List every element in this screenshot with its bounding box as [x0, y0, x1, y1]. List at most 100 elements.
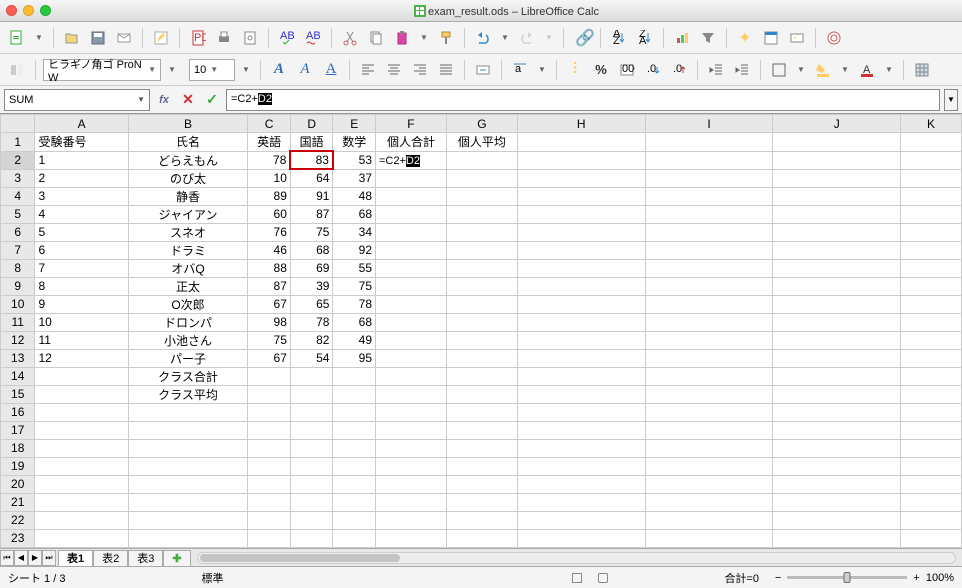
zoom-window-button[interactable]: [40, 5, 51, 16]
table-row[interactable]: 32のび太106437: [1, 169, 962, 187]
email-icon[interactable]: [113, 27, 135, 49]
table-row[interactable]: 76ドラミ466892: [1, 241, 962, 259]
table-row[interactable]: 21どらえもん788353=C2+D2: [1, 151, 962, 169]
align-center-icon[interactable]: [383, 59, 405, 81]
accept-icon[interactable]: ✓: [202, 90, 222, 110]
italic-icon[interactable]: A: [294, 59, 316, 81]
gallery-icon[interactable]: [786, 27, 808, 49]
fx-icon[interactable]: fx: [154, 90, 174, 110]
table-row[interactable]: 15クラス平均: [1, 385, 962, 403]
paste-icon[interactable]: [391, 27, 413, 49]
underline-icon[interactable]: A: [320, 59, 342, 81]
dropdown-icon[interactable]: ▼: [498, 33, 512, 42]
sheet-tab-3[interactable]: 表3: [128, 550, 163, 566]
sort-asc-icon[interactable]: AZ: [608, 27, 630, 49]
table-row[interactable]: 87オバQ886955: [1, 259, 962, 277]
borders-icon[interactable]: [768, 59, 790, 81]
table-row[interactable]: 1211小池さん758249: [1, 331, 962, 349]
dropdown-icon[interactable]: ▼: [882, 65, 896, 74]
insert-mode-icon[interactable]: [572, 573, 582, 583]
help-icon[interactable]: [823, 27, 845, 49]
print-icon[interactable]: [213, 27, 235, 49]
align-left-icon[interactable]: [357, 59, 379, 81]
table-row[interactable]: 16: [1, 403, 962, 421]
dropdown-icon[interactable]: ▼: [838, 65, 852, 74]
spreadsheet-grid[interactable]: ABCDEFGHIJK 1受験番号氏名英語国語数学個人合計個人平均 21どらえも…: [0, 114, 962, 548]
table-row[interactable]: 14クラス合計: [1, 367, 962, 385]
preview-icon[interactable]: [239, 27, 261, 49]
bg-color-icon[interactable]: [812, 59, 834, 81]
undo-icon[interactable]: [472, 27, 494, 49]
valign-top-icon[interactable]: a: [509, 59, 531, 81]
table-row[interactable]: 65スネオ767534: [1, 223, 962, 241]
tab-next-icon[interactable]: ▶: [28, 550, 42, 566]
col-header-row[interactable]: ABCDEFGHIJK: [1, 115, 962, 133]
autospell-icon[interactable]: ABC: [302, 27, 324, 49]
save-icon[interactable]: [87, 27, 109, 49]
align-justify-icon[interactable]: [435, 59, 457, 81]
dropdown-icon[interactable]: ▼: [794, 65, 808, 74]
dropdown-icon[interactable]: ▼: [417, 33, 431, 42]
font-name-combo[interactable]: ヒラギノ角ゴ ProN W▼: [43, 59, 161, 81]
formula-input[interactable]: =C2+D2: [226, 89, 940, 111]
dropdown-icon[interactable]: ▼: [32, 33, 46, 42]
dropdown-icon[interactable]: ▼: [165, 65, 179, 74]
formula-expand-icon[interactable]: ▼: [944, 89, 958, 111]
table-row[interactable]: 1受験番号氏名英語国語数学個人合計個人平均: [1, 133, 962, 152]
table-row[interactable]: 19: [1, 457, 962, 475]
selection-mode-icon[interactable]: [598, 573, 608, 583]
add-decimal-icon[interactable]: .0: [642, 59, 664, 81]
grid-icon[interactable]: [911, 59, 933, 81]
currency-icon[interactable]: ⫶: [564, 59, 586, 81]
star-icon[interactable]: ✦: [734, 27, 756, 49]
cut-icon[interactable]: [339, 27, 361, 49]
table-row[interactable]: 109O次郎676578: [1, 295, 962, 313]
dropdown-icon[interactable]: ▼: [239, 65, 253, 74]
cancel-icon[interactable]: ✕: [178, 90, 198, 110]
percent-icon[interactable]: %: [590, 59, 612, 81]
redo-icon[interactable]: [516, 27, 538, 49]
navigator-icon[interactable]: [760, 27, 782, 49]
format-paint-icon[interactable]: [435, 27, 457, 49]
table-row[interactable]: 98正太873975: [1, 277, 962, 295]
remove-decimal-icon[interactable]: .0: [668, 59, 690, 81]
open-icon[interactable]: [61, 27, 83, 49]
merge-cells-icon[interactable]: [472, 59, 494, 81]
hyperlink-icon[interactable]: 🔗: [571, 27, 593, 49]
table-row[interactable]: 1110ドロンパ987868: [1, 313, 962, 331]
copy-icon[interactable]: [365, 27, 387, 49]
new-doc-icon[interactable]: [6, 27, 28, 49]
sheet-tab-1[interactable]: 表1: [58, 550, 93, 566]
sheet-tab-2[interactable]: 表2: [93, 550, 128, 566]
table-row[interactable]: 1312パー子675495: [1, 349, 962, 367]
table-row[interactable]: 23: [1, 529, 962, 547]
tab-last-icon[interactable]: ⏭: [42, 550, 56, 566]
number-format-icon[interactable]: 000: [616, 59, 638, 81]
table-row[interactable]: 18: [1, 439, 962, 457]
font-color-icon[interactable]: A: [856, 59, 878, 81]
tab-prev-icon[interactable]: ◀: [14, 550, 28, 566]
styles-icon[interactable]: [6, 59, 28, 81]
dropdown-icon[interactable]: ▼: [535, 65, 549, 74]
horizontal-scrollbar[interactable]: [197, 552, 956, 564]
zoom-slider[interactable]: [787, 576, 907, 579]
zoom-out-icon[interactable]: −: [775, 572, 781, 584]
table-row[interactable]: 22: [1, 511, 962, 529]
table-row[interactable]: 43静香899148: [1, 187, 962, 205]
zoom-in-icon[interactable]: +: [913, 572, 919, 584]
sort-desc-icon[interactable]: ZA: [634, 27, 656, 49]
autofilter-icon[interactable]: [697, 27, 719, 49]
zoom-level[interactable]: 100%: [926, 572, 954, 584]
table-row[interactable]: 54ジャイアン608768: [1, 205, 962, 223]
tab-first-icon[interactable]: ⏮: [0, 550, 14, 566]
bold-icon[interactable]: A: [268, 59, 290, 81]
indent-dec-icon[interactable]: [705, 59, 727, 81]
cell-reference-box[interactable]: SUM▼: [4, 89, 150, 111]
edit-icon[interactable]: [150, 27, 172, 49]
chart-icon[interactable]: [671, 27, 693, 49]
font-size-combo[interactable]: 10▼: [189, 59, 235, 81]
table-row[interactable]: 20: [1, 475, 962, 493]
indent-inc-icon[interactable]: [731, 59, 753, 81]
close-window-button[interactable]: [6, 5, 17, 16]
align-right-icon[interactable]: [409, 59, 431, 81]
